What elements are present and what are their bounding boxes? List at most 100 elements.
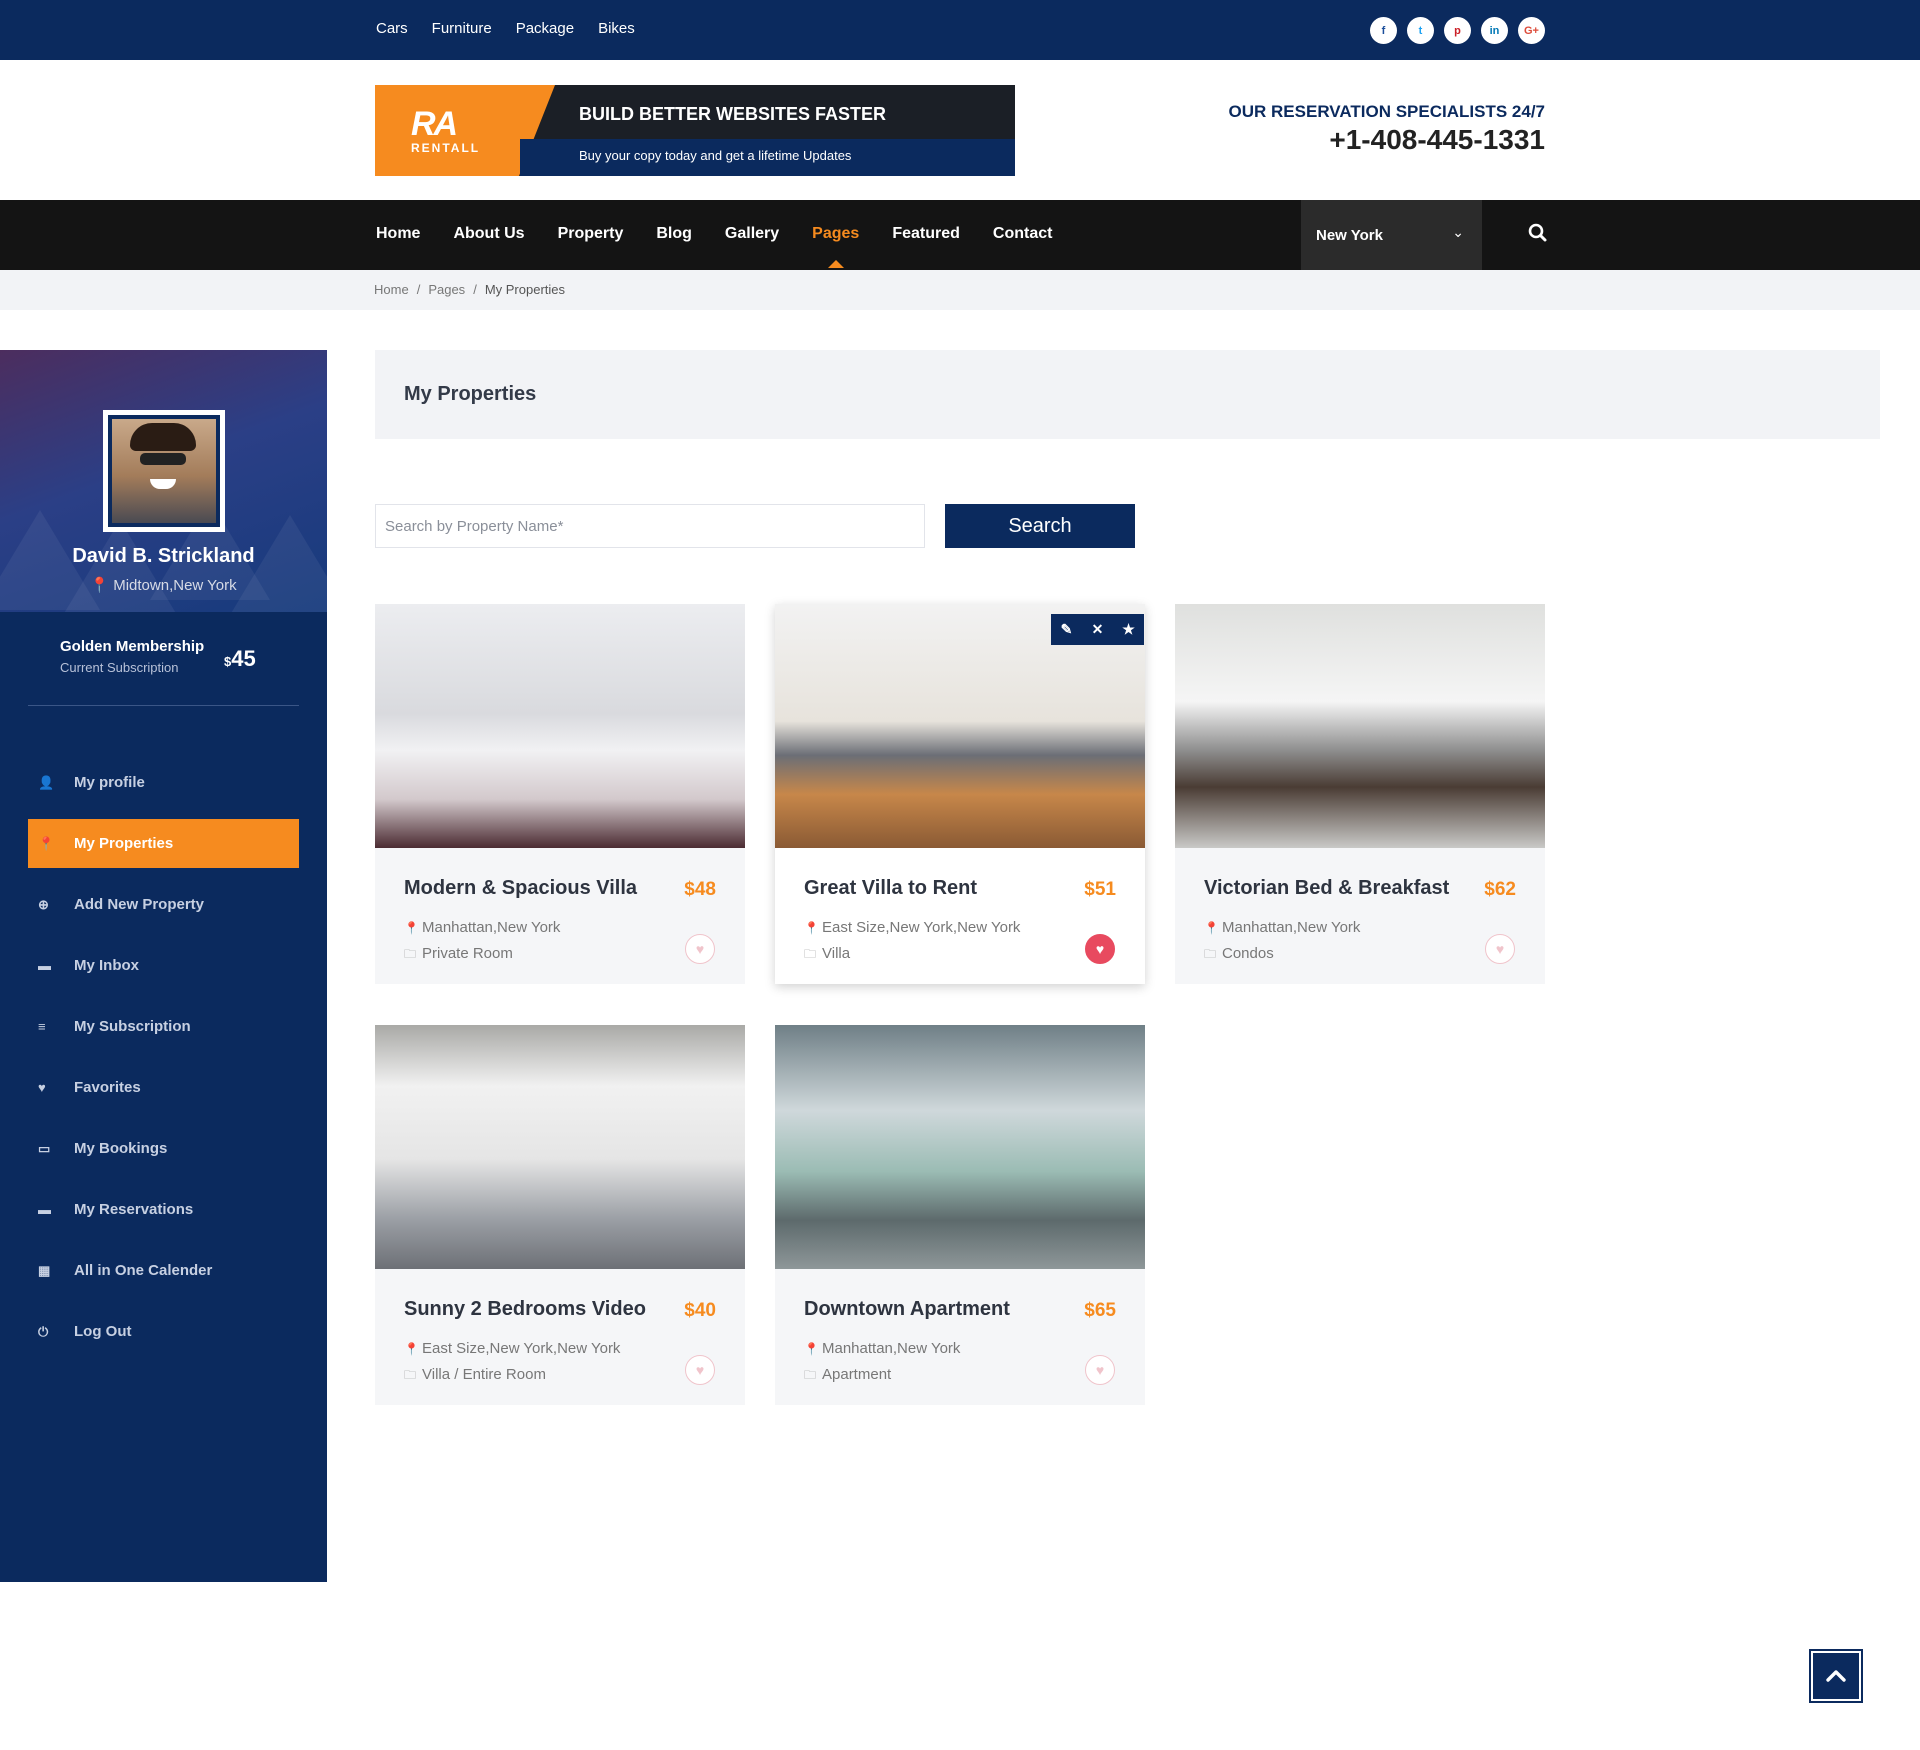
sidebar-item-label: My Bookings	[74, 1140, 168, 1157]
map-pin-icon: 📍	[404, 921, 419, 935]
banner-title: BUILD BETTER WEBSITES FASTER	[579, 104, 887, 124]
breadcrumb-current: My Properties	[484, 282, 566, 297]
calendar-icon: ▦	[38, 1262, 51, 1278]
sidebar-item-label: Add New Property	[74, 896, 205, 913]
top-link-package[interactable]: Package	[516, 20, 574, 37]
nav-item-blog[interactable]: Blog	[656, 225, 692, 243]
favorite-heart-icon[interactable]: ♥	[685, 1355, 715, 1385]
property-price: $65	[1084, 1300, 1116, 1321]
logo-mark: RA	[411, 105, 458, 143]
close-icon[interactable]: ✕	[1082, 614, 1113, 645]
sidebar-item-log-out[interactable]: ⏻ Log Out	[28, 1307, 299, 1356]
property-title[interactable]: Great Villa to Rent	[804, 877, 977, 900]
social-links: f t p in G+	[1370, 17, 1545, 44]
sidebar-item-my-profile[interactable]: 👤 My profile	[28, 758, 299, 807]
search-button[interactable]: Search	[945, 504, 1135, 548]
sidebar-item-calendar[interactable]: ▦ All in One Calender	[28, 1246, 299, 1295]
nav-item-property[interactable]: Property	[558, 225, 624, 243]
breadcrumb-home[interactable]: Home	[374, 282, 409, 297]
favorite-heart-icon[interactable]: ♥	[685, 934, 715, 964]
sidebar-item-label: My Reservations	[74, 1201, 194, 1218]
property-title[interactable]: Modern & Spacious Villa	[404, 877, 637, 900]
nav-item-pages[interactable]: Pages	[812, 225, 859, 268]
twitter-icon[interactable]: t	[1407, 17, 1434, 44]
sidebar-item-add-new-property[interactable]: ⊕ Add New Property	[28, 880, 299, 929]
property-card[interactable]: Sunny 2 Bedrooms Video $40 📍 East Size,Ne…	[375, 1025, 745, 1405]
list-icon: ≡	[38, 1019, 46, 1034]
property-photo[interactable]	[375, 604, 745, 848]
property-location: 📍 Manhattan,New York	[804, 1340, 960, 1357]
property-title[interactable]: Downtown Apartment	[804, 1298, 1010, 1321]
star-icon[interactable]: ★	[1113, 614, 1144, 645]
city-select[interactable]: New York ⌄	[1301, 200, 1482, 270]
folder-icon: 🗀	[404, 947, 417, 961]
pencil-icon[interactable]: ✎	[1051, 614, 1082, 645]
map-pin-icon: 📍	[804, 1342, 819, 1356]
property-type-text: Private Room	[422, 945, 513, 962]
dashboard-sidebar: David B. Strickland 📍 Midtown,New York G…	[0, 350, 327, 1582]
reservation-info: OUR RESERVATION SPECIALISTS 24/7 +1-408-…	[1229, 102, 1545, 156]
property-card[interactable]: ✎ ✕ ★ Great Villa to Rent $51 📍 East Size…	[775, 604, 1145, 984]
linkedin-icon[interactable]: in	[1481, 17, 1508, 44]
nav-item-home[interactable]: Home	[376, 225, 420, 243]
property-title[interactable]: Victorian Bed & Breakfast	[1204, 877, 1449, 900]
page-title: My Properties	[404, 383, 537, 405]
top-category-links: Cars Furniture Package Bikes	[376, 20, 635, 37]
folder-icon: 🗀	[404, 1368, 417, 1382]
property-photo[interactable]	[1175, 604, 1545, 848]
map-pin-icon: 📍	[804, 921, 819, 935]
property-photo[interactable]	[775, 1025, 1145, 1269]
sidebar-item-my-inbox[interactable]: ▬ My Inbox	[28, 941, 299, 990]
favorite-heart-icon[interactable]: ♥	[1485, 934, 1515, 964]
user-icon: 👤	[38, 774, 55, 790]
search-icon[interactable]	[1527, 222, 1549, 244]
breadcrumb-pages[interactable]: Pages	[428, 282, 465, 297]
favorite-heart-icon[interactable]: ♥	[1085, 934, 1115, 964]
sidebar-item-my-bookings[interactable]: ▭ My Bookings	[28, 1124, 299, 1173]
membership-price-value: 45	[231, 646, 256, 671]
top-link-furniture[interactable]: Furniture	[432, 20, 492, 37]
favorite-heart-icon[interactable]: ♥	[1085, 1355, 1115, 1385]
pinterest-icon[interactable]: p	[1444, 17, 1471, 44]
back-to-top-button[interactable]	[1809, 1649, 1863, 1703]
property-type: 🗀 Condos	[1204, 945, 1274, 966]
sidebar-item-my-properties[interactable]: 📍 My Properties	[28, 819, 299, 868]
property-card[interactable]: Modern & Spacious Villa $48 📍 Manhattan,N…	[375, 604, 745, 984]
banner-subtitle: Buy your copy today and get a lifetime U…	[579, 148, 852, 163]
reservation-phone[interactable]: +1-408-445-1331	[1229, 124, 1545, 156]
sidebar-item-label: Favorites	[74, 1079, 141, 1096]
property-price: $51	[1084, 879, 1116, 900]
nav-item-gallery[interactable]: Gallery	[725, 225, 779, 243]
promo-banner[interactable]: RA RENTALL BUILD BETTER WEBSITES FASTER …	[375, 85, 1015, 176]
nav-links: Home About Us Property Blog Gallery Page…	[376, 225, 1085, 268]
page-title-box: My Properties	[375, 350, 1880, 439]
property-type-text: Condos	[1222, 945, 1274, 962]
property-type-text: Villa	[822, 945, 851, 962]
top-bar: Cars Furniture Package Bikes f t p in G+	[0, 0, 1920, 60]
sidebar-item-my-subscription[interactable]: ≡ My Subscription	[28, 1002, 299, 1051]
property-card[interactable]: Victorian Bed & Breakfast $62 📍 Manhattan…	[1175, 604, 1545, 984]
membership-info: Golden Membership Current Subscription	[60, 638, 204, 675]
property-location-text: East Size,New York,New York	[422, 1340, 621, 1357]
property-photo[interactable]	[375, 1025, 745, 1269]
facebook-icon[interactable]: f	[1370, 17, 1397, 44]
property-type-text: Apartment	[822, 1366, 892, 1383]
top-link-cars[interactable]: Cars	[376, 20, 408, 37]
nav-item-featured[interactable]: Featured	[892, 225, 960, 243]
property-title[interactable]: Sunny 2 Bedrooms Video	[404, 1298, 646, 1321]
search-input[interactable]	[375, 504, 925, 548]
avatar[interactable]	[103, 410, 225, 532]
nav-item-contact[interactable]: Contact	[993, 225, 1053, 243]
sidebar-item-my-reservations[interactable]: ▬ My Reservations	[28, 1185, 299, 1234]
folder-icon: 🗀	[804, 947, 817, 961]
inbox-icon: ▬	[38, 958, 51, 973]
chevron-down-icon: ⌄	[1452, 224, 1464, 240]
property-type-text: Villa / Entire Room	[422, 1366, 546, 1383]
sidebar-item-favorites[interactable]: ♥ Favorites	[28, 1063, 299, 1112]
top-link-bikes[interactable]: Bikes	[598, 20, 635, 37]
property-location-text: East Size,New York,New York	[822, 919, 1021, 936]
logo-text: RENTALL	[411, 141, 481, 155]
property-card[interactable]: Downtown Apartment $65 📍 Manhattan,New Yo…	[775, 1025, 1145, 1405]
google-plus-icon[interactable]: G+	[1518, 17, 1545, 44]
nav-item-about-us[interactable]: About Us	[453, 225, 524, 243]
